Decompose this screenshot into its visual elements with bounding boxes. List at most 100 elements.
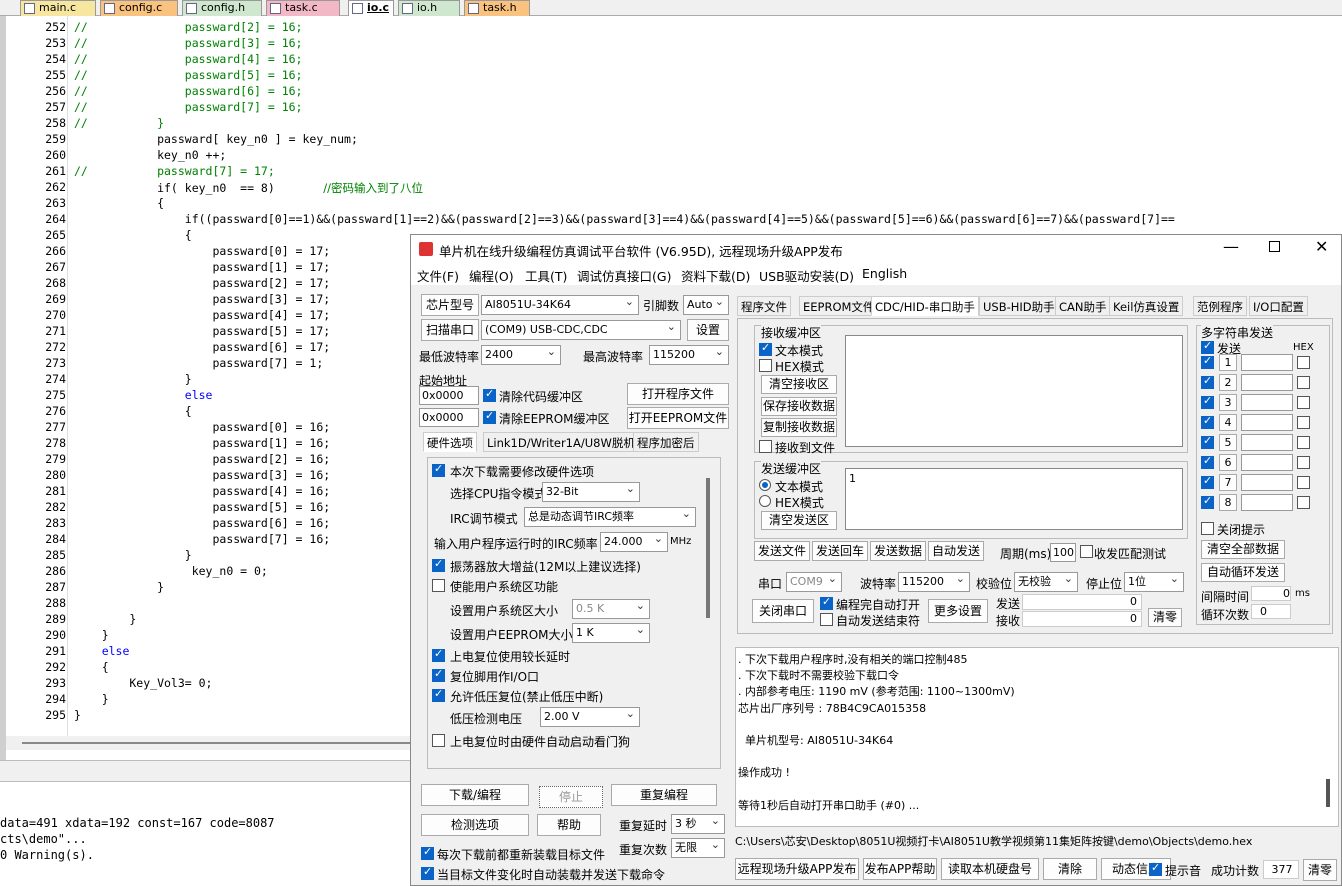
dialog-titlebar[interactable]: 单片机在线升级编程仿真调试平台软件 (V6.95D), 远程现场升级APP发布 … — [411, 235, 1341, 263]
multi-row-hex-checkbox[interactable] — [1297, 496, 1310, 509]
right-tab-5[interactable]: Keil仿真设置 — [1109, 296, 1184, 316]
auto-open-checkbox[interactable] — [820, 595, 833, 610]
irc-freq-input[interactable]: 24.000 — [600, 532, 668, 552]
chip-model-button[interactable]: 芯片型号 — [421, 294, 479, 316]
success-clear-button[interactable]: 清零 — [1303, 859, 1337, 881]
bottom-button-1[interactable]: 发布APP帮助 — [863, 858, 937, 880]
left-tab-0[interactable]: 硬件选项 — [423, 432, 477, 452]
recv-hex-mode-checkbox[interactable] — [759, 359, 772, 372]
send-row-button-3[interactable]: 自动发送 — [928, 541, 984, 561]
multi-row-checkbox[interactable] — [1201, 474, 1214, 489]
maximize-icon[interactable] — [1269, 241, 1280, 252]
multi-row-checkbox[interactable] — [1201, 454, 1214, 469]
multi-row-send-button[interactable]: 6 — [1219, 454, 1237, 471]
auto-send-end-checkbox[interactable] — [820, 613, 833, 626]
cpu-mode-select[interactable]: 32-Bit — [542, 482, 640, 502]
com-port-select[interactable]: COM9 — [786, 572, 842, 592]
file-tab-3[interactable]: task.c — [266, 0, 340, 16]
multi-row-input[interactable] — [1241, 394, 1293, 411]
stop-button[interactable]: 停止 — [539, 786, 603, 808]
send-row-button-0[interactable]: 发送文件 — [754, 541, 810, 561]
clear-receive-button[interactable]: 清空接收区 — [761, 375, 837, 394]
min-baud-select[interactable]: 2400 — [481, 345, 561, 365]
right-tab-4[interactable]: CAN助手 — [1055, 296, 1111, 316]
clear-send-button[interactable]: 清空发送区 — [761, 511, 837, 530]
tip-sound-checkbox[interactable] — [1149, 861, 1162, 876]
file-tab-2[interactable]: config.h — [182, 0, 262, 16]
right-tab-6[interactable]: 范例程序 — [1193, 296, 1247, 316]
osc-gain-checkbox[interactable] — [432, 557, 445, 572]
repeat-count-select[interactable]: 无限 — [671, 838, 725, 858]
bottom-button-0[interactable]: 远程现场升级APP发布 — [735, 858, 859, 880]
multi-row-input[interactable] — [1241, 434, 1293, 451]
modify-hw-checkbox[interactable] — [432, 462, 445, 477]
minimize-icon[interactable]: — — [1223, 237, 1239, 256]
menu-item-5[interactable]: USB驱动安装(D) — [759, 266, 854, 285]
copy-receive-button[interactable]: 复制接收数据 — [761, 418, 837, 437]
open-eeprom-file-button[interactable]: 打开EEPROM文件 — [627, 407, 729, 429]
multi-row-send-button[interactable]: 2 — [1219, 374, 1237, 391]
panel-splitter[interactable] — [0, 760, 410, 782]
clear-counter-button[interactable]: 清零 — [1148, 608, 1182, 627]
recv-to-file-checkbox[interactable] — [759, 440, 772, 453]
multi-send-all-checkbox[interactable] — [1201, 339, 1214, 354]
clear-code-checkbox[interactable] — [483, 387, 496, 402]
right-tab-3[interactable]: USB-HID助手 — [979, 296, 1059, 316]
multi-row-send-button[interactable]: 3 — [1219, 394, 1237, 411]
save-receive-button[interactable]: 保存接收数据 — [761, 397, 837, 416]
multi-row-hex-checkbox[interactable] — [1297, 356, 1310, 369]
close-port-button[interactable]: 关闭串口 — [752, 599, 814, 623]
multi-row-send-button[interactable]: 8 — [1219, 494, 1237, 511]
port-select[interactable]: (COM9) USB-CDC,CDC — [481, 320, 681, 340]
multi-row-checkbox[interactable] — [1201, 494, 1214, 509]
auto-loop-button[interactable]: 自动循环发送 — [1201, 563, 1285, 582]
menu-item-6[interactable]: English — [862, 266, 907, 281]
help-button[interactable]: 帮助 — [537, 814, 601, 836]
multi-row-hex-checkbox[interactable] — [1297, 436, 1310, 449]
left-tab-1[interactable]: Link1D/Writer1A/U8W脱机 — [483, 432, 639, 452]
send-hex-mode-radio[interactable] — [759, 495, 771, 507]
multi-row-send-button[interactable]: 5 — [1219, 434, 1237, 451]
send-row-button-2[interactable]: 发送数据 — [870, 541, 926, 561]
right-tab-1[interactable]: EEPROM文件 — [799, 296, 879, 316]
low-volt-reset-checkbox[interactable] — [432, 687, 445, 702]
menu-item-3[interactable]: 调试仿真接口(G) — [577, 266, 671, 285]
file-tab-6[interactable]: task.h — [464, 0, 530, 16]
low-volt-select[interactable]: 2.00 V — [540, 707, 640, 727]
settings-button[interactable]: 设置 — [687, 319, 729, 341]
file-tab-5[interactable]: io.h — [398, 0, 460, 16]
reset-io-checkbox[interactable] — [432, 667, 445, 682]
code-address-input[interactable]: 0x0000 — [419, 386, 479, 405]
parity-select[interactable]: 无校验 — [1014, 572, 1078, 592]
more-settings-button[interactable]: 更多设置 — [928, 599, 988, 623]
multi-row-checkbox[interactable] — [1201, 414, 1214, 429]
left-tab-2[interactable]: 程序加密后 — [633, 432, 699, 452]
multi-row-input[interactable] — [1241, 474, 1293, 491]
multi-row-hex-checkbox[interactable] — [1297, 396, 1310, 409]
right-tab-7[interactable]: I/O口配置 — [1249, 296, 1308, 316]
multi-row-input[interactable] — [1241, 374, 1293, 391]
multi-row-send-button[interactable]: 1 — [1219, 354, 1237, 371]
menu-item-4[interactable]: 资料下载(D) — [681, 266, 750, 285]
user-sys-checkbox[interactable] — [432, 579, 445, 592]
period-input[interactable]: 100 — [1050, 543, 1076, 562]
check-options-button[interactable]: 检测选项 — [421, 814, 529, 836]
repeat-program-button[interactable]: 重复编程 — [611, 784, 717, 806]
send-text-mode-radio[interactable] — [759, 479, 771, 491]
baud-select[interactable]: 115200 — [898, 572, 970, 592]
menu-item-0[interactable]: 文件(F) — [417, 266, 459, 285]
watchdog-checkbox[interactable] — [432, 734, 445, 747]
sys-size-select[interactable]: 0.5 K — [572, 599, 650, 619]
multi-row-send-button[interactable]: 4 — [1219, 414, 1237, 431]
pins-select[interactable]: Auto — [683, 295, 729, 315]
multi-row-checkbox[interactable] — [1201, 374, 1214, 389]
hw-options-scrollbar[interactable] — [706, 478, 710, 618]
long-reset-checkbox[interactable] — [432, 647, 445, 662]
auto-send-checkbox[interactable] — [421, 865, 434, 880]
reload-target-checkbox[interactable] — [421, 845, 434, 860]
multi-row-checkbox[interactable] — [1201, 434, 1214, 449]
eeprom-size-select[interactable]: 1 K — [572, 623, 650, 643]
multi-row-input[interactable] — [1241, 354, 1293, 371]
editor-horizontal-scrollbar[interactable] — [6, 736, 412, 750]
chip-model-select[interactable]: AI8051U-34K64 — [481, 295, 639, 315]
